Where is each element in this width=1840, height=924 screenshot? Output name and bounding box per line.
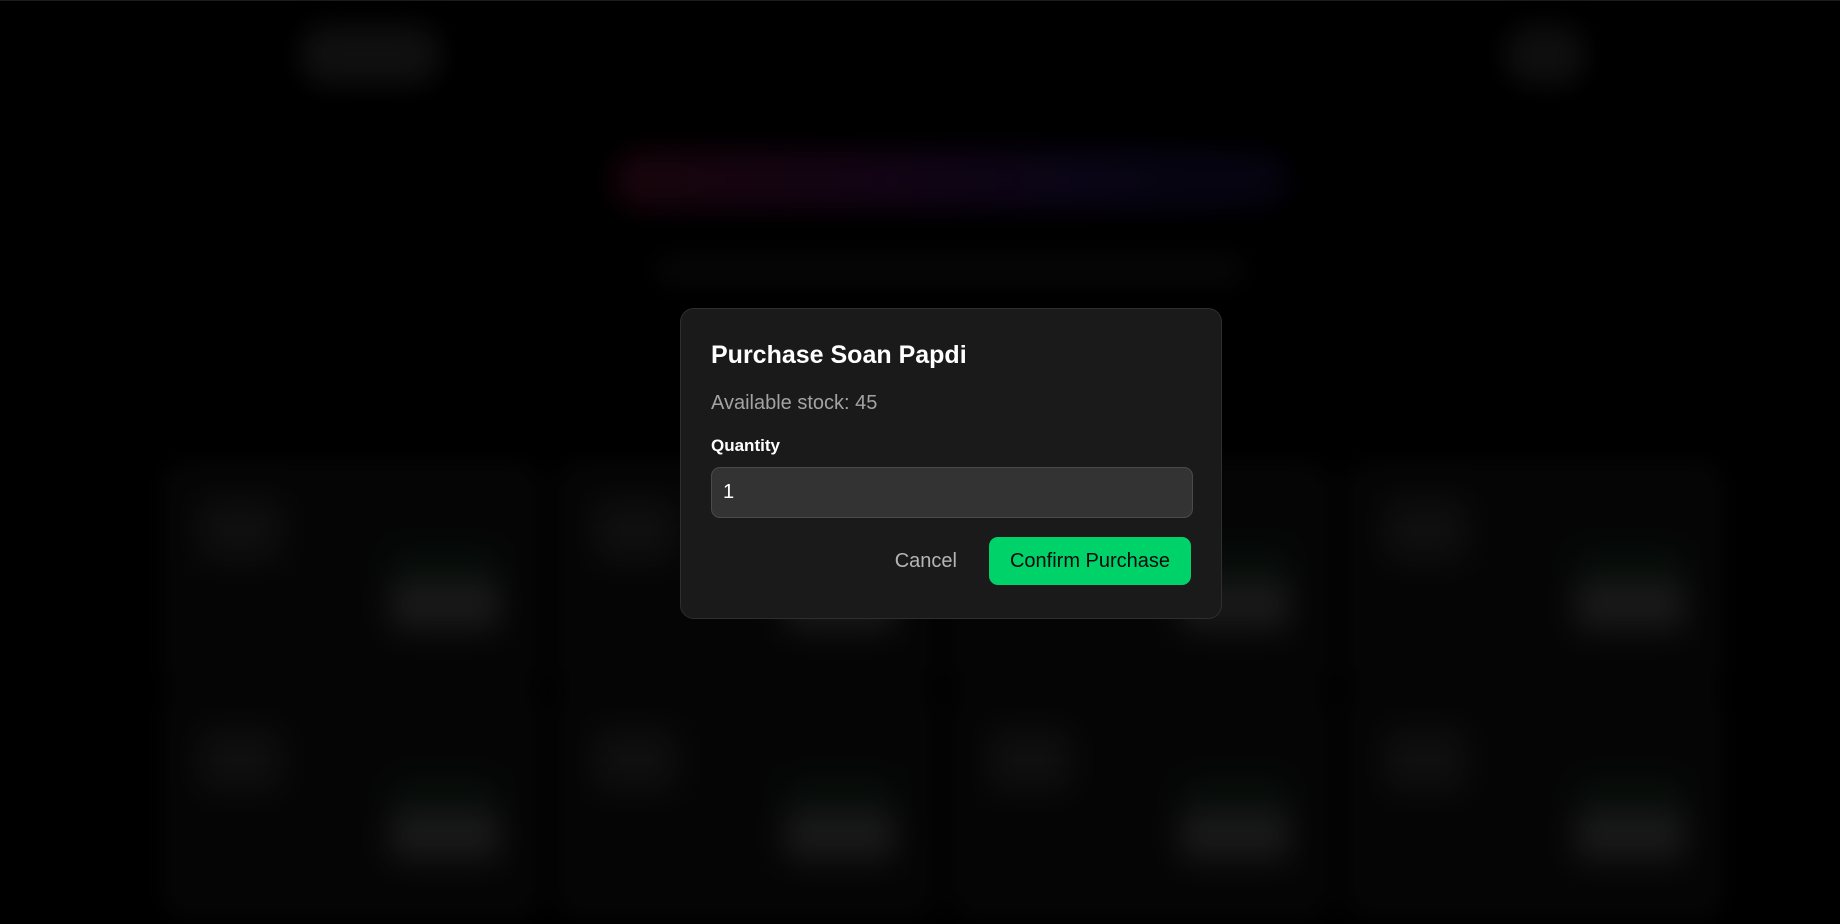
confirm-purchase-button[interactable]: Confirm Purchase [989, 537, 1191, 585]
dialog-actions: Cancel Confirm Purchase [711, 537, 1191, 585]
dialog-title: Purchase Soan Papdi [711, 341, 967, 369]
available-stock-text: Available stock: 45 [711, 392, 878, 414]
cancel-button[interactable]: Cancel [883, 537, 969, 585]
page: Purchase Soan Papdi Available stock: 45 … [0, 0, 1840, 924]
quantity-input[interactable] [711, 467, 1193, 518]
quantity-label: Quantity [711, 436, 780, 455]
purchase-dialog: Purchase Soan Papdi Available stock: 45 … [680, 308, 1222, 619]
